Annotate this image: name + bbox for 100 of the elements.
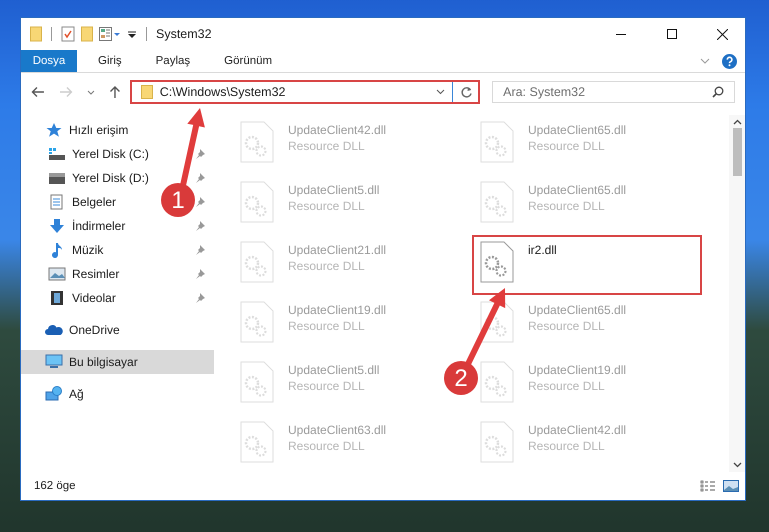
refresh-icon[interactable] [460, 86, 474, 98]
cloud-icon [45, 322, 63, 338]
scroll-thumb[interactable] [732, 128, 742, 176]
sidebar-item[interactable]: Videolar [21, 286, 120, 310]
file-item[interactable]: ir2.dll [474, 237, 700, 293]
search-field[interactable]: Ara: System32 [492, 81, 735, 103]
up-arrow-icon[interactable] [108, 85, 121, 99]
scrollbar[interactable] [729, 115, 745, 472]
dll-file-icon [480, 421, 514, 463]
dll-file-icon [480, 121, 514, 163]
callout-circle [444, 361, 478, 395]
view-options-icon[interactable] [99, 27, 121, 41]
file-name: UpdateClient65.dll [528, 303, 626, 317]
callout-number: 1 [171, 187, 185, 214]
file-name: UpdateClient65.dll [528, 183, 626, 197]
sidebar-label: Hızlı erişim [69, 123, 128, 137]
ribbon-tab[interactable]: Dosya [21, 50, 77, 72]
sidebar-item[interactable]: Resimler [21, 262, 124, 286]
pin-icon[interactable] [195, 149, 205, 159]
sidebar-item[interactable]: Bu bilgisayar [21, 350, 214, 374]
dll-file-icon [480, 241, 514, 283]
sidebar-label: Bu bilgisayar [69, 355, 138, 369]
sidebar-item[interactable]: Müzik [21, 238, 108, 262]
file-name: UpdateClient65.dll [528, 123, 626, 137]
dll-file-icon [240, 181, 274, 223]
callout-number: 2 [454, 365, 468, 392]
star-icon [45, 122, 63, 138]
dll-file-icon [240, 361, 274, 403]
ribbon-tab[interactable]: Görünüm [207, 50, 290, 72]
close-icon[interactable] [717, 28, 728, 40]
customize-caret-icon[interactable] [127, 29, 137, 39]
sidebar-item[interactable]: Yerel Disk (C:) [21, 142, 153, 166]
dll-file-icon [240, 121, 274, 163]
network-icon [45, 386, 63, 402]
file-type: Resource DLL [288, 259, 366, 273]
address-path: C:\Windows\System32 [160, 85, 286, 99]
window-title: System32 [156, 27, 212, 41]
item-count: 162 öge [34, 480, 76, 492]
sidebar-item[interactable]: Hızlı erişim [21, 118, 214, 142]
file-name: UpdateClient42.dll [528, 423, 626, 437]
file-type: Resource DLL [528, 439, 606, 453]
file-type: Resource DLL [528, 139, 606, 153]
sidebar-label: Müzik [72, 243, 104, 257]
pin-icon[interactable] [195, 245, 205, 255]
scroll-up-icon[interactable] [732, 119, 742, 125]
folder-icon [140, 85, 153, 99]
dll-file-icon [240, 241, 274, 283]
file-name: UpdateClient42.dll [288, 123, 386, 137]
dll-file-icon [240, 421, 274, 463]
sidebar-label: İndirmeler [72, 219, 126, 233]
dll-file-icon [480, 181, 514, 223]
sidebar-label: OneDrive [69, 323, 120, 337]
sidebar-label: Ağ [69, 387, 84, 401]
large-icons-view-icon[interactable] [723, 480, 739, 492]
file-type: Resource DLL [288, 199, 366, 213]
details-view-icon[interactable] [700, 480, 716, 492]
file-type: Resource DLL [528, 319, 606, 333]
search-icon[interactable] [712, 86, 724, 98]
file-name: UpdateClient5.dll [288, 183, 380, 197]
file-type: Resource DLL [288, 319, 366, 333]
system-drive-icon [48, 146, 66, 162]
sidebar-label: Videolar [72, 291, 116, 305]
recent-caret-icon[interactable] [86, 90, 95, 94]
file-type: Resource DLL [528, 379, 606, 393]
pin-icon[interactable] [195, 197, 205, 207]
maximize-icon[interactable] [666, 29, 676, 39]
pin-icon[interactable] [195, 173, 205, 183]
ribbon-tab[interactable]: Giriş [81, 50, 139, 72]
scroll-down-icon[interactable] [732, 462, 742, 468]
properties-icon[interactable] [61, 26, 75, 42]
file-type: Resource DLL [288, 139, 366, 153]
dll-file-icon [480, 361, 514, 403]
callout-circle [161, 183, 195, 217]
dll-file-icon [240, 301, 274, 343]
ribbon-tab[interactable]: Paylaş [138, 50, 208, 72]
file-name: UpdateClient21.dll [288, 243, 386, 257]
sidebar-item[interactable]: OneDrive [21, 318, 214, 342]
sidebar-item[interactable]: Ağ [21, 382, 214, 406]
file-name: UpdateClient5.dll [288, 363, 380, 377]
pin-icon[interactable] [195, 269, 205, 279]
file-name: UpdateClient19.dll [528, 363, 626, 377]
sidebar-label: Belgeler [72, 195, 116, 209]
videos-icon [48, 290, 66, 306]
sidebar-item[interactable]: Belgeler [21, 190, 120, 214]
file-type: Resource DLL [288, 379, 366, 393]
file-name: UpdateClient63.dll [288, 423, 386, 437]
file-type: Resource DLL [288, 439, 366, 453]
file-name: ir2.dll [528, 243, 557, 257]
pictures-icon [48, 266, 66, 282]
dropdown-caret-icon[interactable] [436, 89, 446, 95]
sidebar-item[interactable]: Yerel Disk (D:) [21, 166, 153, 190]
address-bar[interactable]: C:\Windows\System32 [130, 80, 480, 104]
help-icon[interactable] [722, 54, 737, 68]
sidebar-item[interactable]: İndirmeler [21, 214, 130, 238]
expand-ribbon-icon[interactable] [700, 58, 710, 64]
pin-icon[interactable] [195, 221, 205, 231]
pin-icon[interactable] [195, 293, 205, 303]
sidebar-label: Yerel Disk (C:) [72, 147, 149, 161]
drive-icon [48, 170, 66, 186]
back-arrow-icon[interactable] [31, 86, 45, 98]
